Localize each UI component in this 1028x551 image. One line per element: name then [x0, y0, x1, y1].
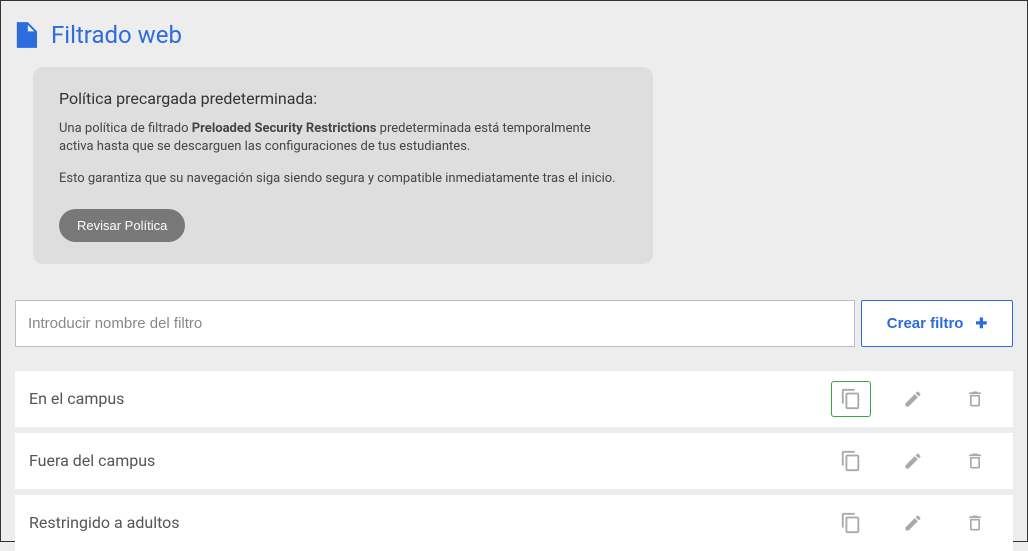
create-filter-button[interactable]: Crear filtro ✚ — [861, 300, 1013, 347]
page-title: Filtrado web — [51, 21, 182, 49]
copy-icon[interactable] — [831, 443, 871, 479]
delete-icon[interactable] — [955, 381, 995, 417]
info-text-bold: Preloaded Security Restrictions — [192, 121, 377, 136]
review-policy-button[interactable]: Revisar Política — [59, 209, 185, 242]
filter-list: En el campus Fuera del campus Restringido … — [15, 371, 1013, 551]
filter-row[interactable]: Restringido a adultos — [15, 495, 1013, 551]
edit-icon[interactable] — [893, 505, 933, 541]
filter-row-actions — [831, 381, 995, 417]
filter-name: Restringido a adultos — [29, 513, 831, 532]
delete-icon[interactable] — [955, 505, 995, 541]
document-icon — [15, 22, 37, 48]
filter-name: Fuera del campus — [29, 451, 831, 470]
edit-icon[interactable] — [893, 443, 933, 479]
filter-row-actions — [831, 443, 995, 479]
copy-icon[interactable] — [831, 381, 871, 417]
create-filter-label: Crear filtro — [887, 315, 964, 332]
filter-name: En el campus — [29, 389, 831, 408]
create-filter-row: Crear filtro ✚ — [15, 300, 1013, 347]
preloaded-policy-card: Política precargada predeterminada: Una … — [33, 67, 653, 264]
filter-row[interactable]: Fuera del campus — [15, 433, 1013, 489]
edit-icon[interactable] — [893, 381, 933, 417]
plus-icon: ✚ — [975, 315, 987, 332]
preloaded-policy-title: Política precargada predeterminada: — [59, 89, 627, 108]
delete-icon[interactable] — [955, 443, 995, 479]
filter-name-input[interactable] — [15, 300, 855, 347]
page-header: Filtrado web — [15, 21, 1013, 49]
preloaded-policy-body-2: Esto garantiza que su navegación siga si… — [59, 170, 619, 188]
filter-row[interactable]: En el campus — [15, 371, 1013, 427]
preloaded-policy-body-1: Una política de filtrado Preloaded Secur… — [59, 120, 619, 156]
info-text: Una política de filtrado — [59, 121, 192, 136]
copy-icon[interactable] — [831, 505, 871, 541]
filter-row-actions — [831, 505, 995, 541]
